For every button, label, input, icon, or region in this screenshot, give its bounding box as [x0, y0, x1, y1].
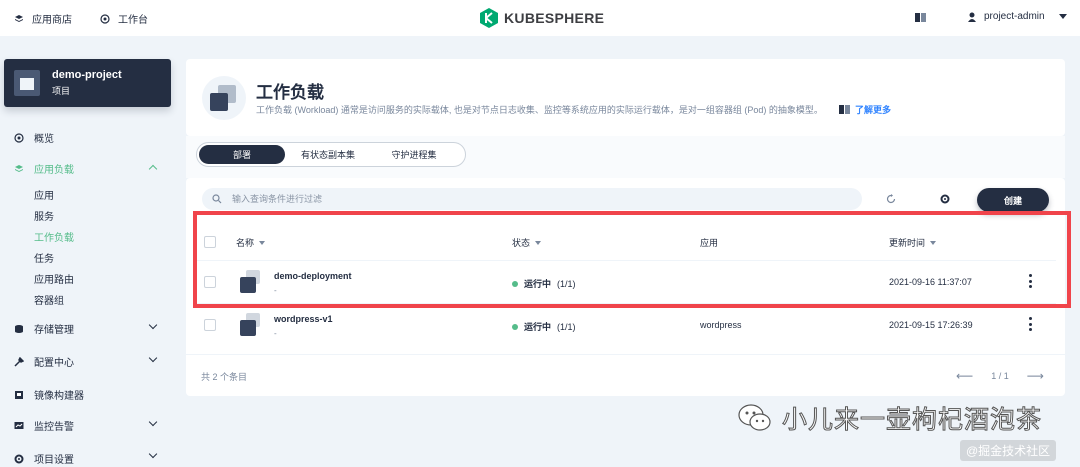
tab-daemonsets[interactable]: 守护进程集 — [371, 145, 457, 164]
sidebar-item-label: 配置中心 — [34, 358, 74, 369]
chevron-down-icon[interactable] — [148, 417, 158, 427]
updated-time: 2021-09-15 17:26:39 — [889, 320, 973, 330]
app-cell: wordpress — [700, 320, 742, 330]
next-page-icon[interactable]: ⟶ — [1027, 369, 1044, 383]
kubesphere-logo-icon — [480, 8, 498, 28]
watermark: 小儿来一壶枸杞酒泡茶 — [738, 400, 1042, 436]
total-count: 共 2 个条目 — [201, 372, 248, 382]
top-bar: 应用商店 工作台 KUBESPHERE project-admin — [0, 0, 1080, 36]
page-description: 工作负载 (Workload) 通常是访问服务的实际载体, 也是对节点日志收集、… — [256, 105, 823, 115]
learn-more-link[interactable]: 了解更多 — [839, 103, 891, 116]
workload-subtitle: - — [274, 329, 277, 338]
gear-icon — [14, 454, 24, 463]
user-menu[interactable]: project-admin — [968, 11, 1067, 22]
sidebar-item-storage[interactable]: 存储管理 — [14, 321, 74, 336]
sidebar-item-config[interactable]: 配置中心 — [14, 354, 74, 369]
sidebar-item-app-workloads[interactable]: 应用负载 — [14, 161, 74, 176]
tab-statefulsets[interactable]: 有状态副本集 — [285, 145, 371, 164]
search-bar[interactable] — [202, 188, 862, 210]
chevron-down-icon — [1058, 14, 1067, 19]
sidebar-item-label: 概览 — [34, 134, 54, 145]
more-actions-icon[interactable] — [1029, 317, 1033, 331]
sidebar-item-label: 应用负载 — [34, 165, 74, 176]
search-input[interactable] — [232, 194, 832, 204]
username: project-admin — [984, 11, 1045, 22]
overview-icon — [14, 132, 24, 143]
sidebar-item-overview[interactable]: 概览 — [14, 130, 54, 145]
sidebar-item-project-settings[interactable]: 项目设置 — [14, 451, 74, 466]
app-store-label: 应用商店 — [32, 15, 72, 26]
learn-more-label: 了解更多 — [855, 105, 892, 115]
sidebar-item-image-builder[interactable]: 镜像构建器 — [14, 387, 84, 402]
sidebar-sub-routes[interactable]: 应用路由 — [34, 271, 74, 286]
sidebar-item-monitoring[interactable]: 监控告警 — [14, 418, 74, 433]
watermark-site: @掘金技术社区 — [960, 440, 1057, 461]
sidebar-item-label: 存储管理 — [34, 325, 74, 336]
deployment-icon — [238, 313, 262, 337]
pagination: ⟵ 1 / 1 ⟶ — [956, 369, 1044, 383]
user-icon — [968, 12, 976, 22]
chevron-down-icon[interactable] — [148, 449, 158, 459]
project-name: demo-project — [52, 69, 122, 81]
status-text: 运行中 — [524, 322, 552, 332]
project-card[interactable]: demo-project 项目 — [4, 59, 171, 107]
storage-icon — [15, 324, 23, 333]
status-dot — [512, 323, 518, 330]
layers-icon — [15, 14, 23, 22]
sidebar-item-label: 镜像构建器 — [34, 391, 84, 402]
chevron-down-icon[interactable] — [148, 320, 158, 330]
workbench-icon — [100, 13, 110, 24]
chevron-up-icon[interactable] — [148, 164, 158, 174]
gear-icon[interactable] — [940, 194, 950, 204]
sidebar-sub-jobs[interactable]: 任务 — [34, 250, 54, 265]
layers-icon — [15, 164, 23, 172]
tab-deployments[interactable]: 部署 — [199, 145, 285, 164]
workload-name-link[interactable]: wordpress-v1 — [274, 314, 333, 324]
watermark-text: 小儿来一壶枸杞酒泡茶 — [781, 405, 1043, 435]
sidebar-item-label: 监控告警 — [34, 422, 74, 433]
book-icon — [839, 105, 850, 114]
project-icon — [14, 70, 40, 96]
highlight-box — [193, 211, 1071, 308]
search-icon — [212, 194, 222, 204]
project-type: 项目 — [52, 86, 71, 96]
row-checkbox[interactable] — [204, 319, 216, 331]
monitor-icon — [14, 421, 24, 429]
refresh-icon[interactable] — [886, 194, 896, 204]
replica-count: (1/1) — [557, 321, 576, 332]
sidebar-sub-apps[interactable]: 应用 — [34, 187, 54, 202]
image-builder-icon — [15, 390, 23, 399]
workload-icon — [202, 76, 246, 120]
workbench-label: 工作台 — [118, 15, 148, 26]
table-row[interactable]: wordpress-v1 - 运行中 (1/1) wordpress 2021-… — [196, 303, 1056, 346]
kubesphere-logo[interactable]: KUBESPHERE — [480, 8, 604, 28]
table-footer: 共 2 个条目 ⟵ 1 / 1 ⟶ — [186, 354, 1065, 396]
wechat-icon — [738, 404, 771, 431]
sidebar-sub-pods[interactable]: 容器组 — [34, 292, 64, 307]
workbench-link[interactable]: 工作台 — [100, 11, 148, 26]
page-header: 工作负载 工作负载 (Workload) 通常是访问服务的实际载体, 也是对节点… — [186, 59, 1065, 136]
page-title: 工作负载 — [256, 83, 324, 102]
sidebar-item-label: 项目设置 — [34, 455, 74, 466]
docs-icon[interactable] — [915, 13, 926, 22]
prev-page-icon[interactable]: ⟵ — [956, 369, 973, 383]
app-store-link[interactable]: 应用商店 — [14, 11, 72, 26]
sidebar-sub-services[interactable]: 服务 — [34, 208, 54, 223]
workload-tabs: 部署 有状态副本集 守护进程集 — [196, 142, 466, 167]
sidebar-sub-workloads[interactable]: 工作负载 — [34, 229, 74, 244]
tabs-bar: 部署 有状态副本集 守护进程集 — [186, 136, 1065, 178]
page-indicator: 1 / 1 — [991, 371, 1009, 381]
status-badge: 运行中 (1/1) — [512, 320, 576, 333]
chevron-down-icon[interactable] — [148, 353, 158, 363]
wrench-icon — [14, 356, 24, 367]
create-button[interactable]: 创建 — [977, 188, 1049, 212]
logo-text: KUBESPHERE — [504, 10, 605, 26]
